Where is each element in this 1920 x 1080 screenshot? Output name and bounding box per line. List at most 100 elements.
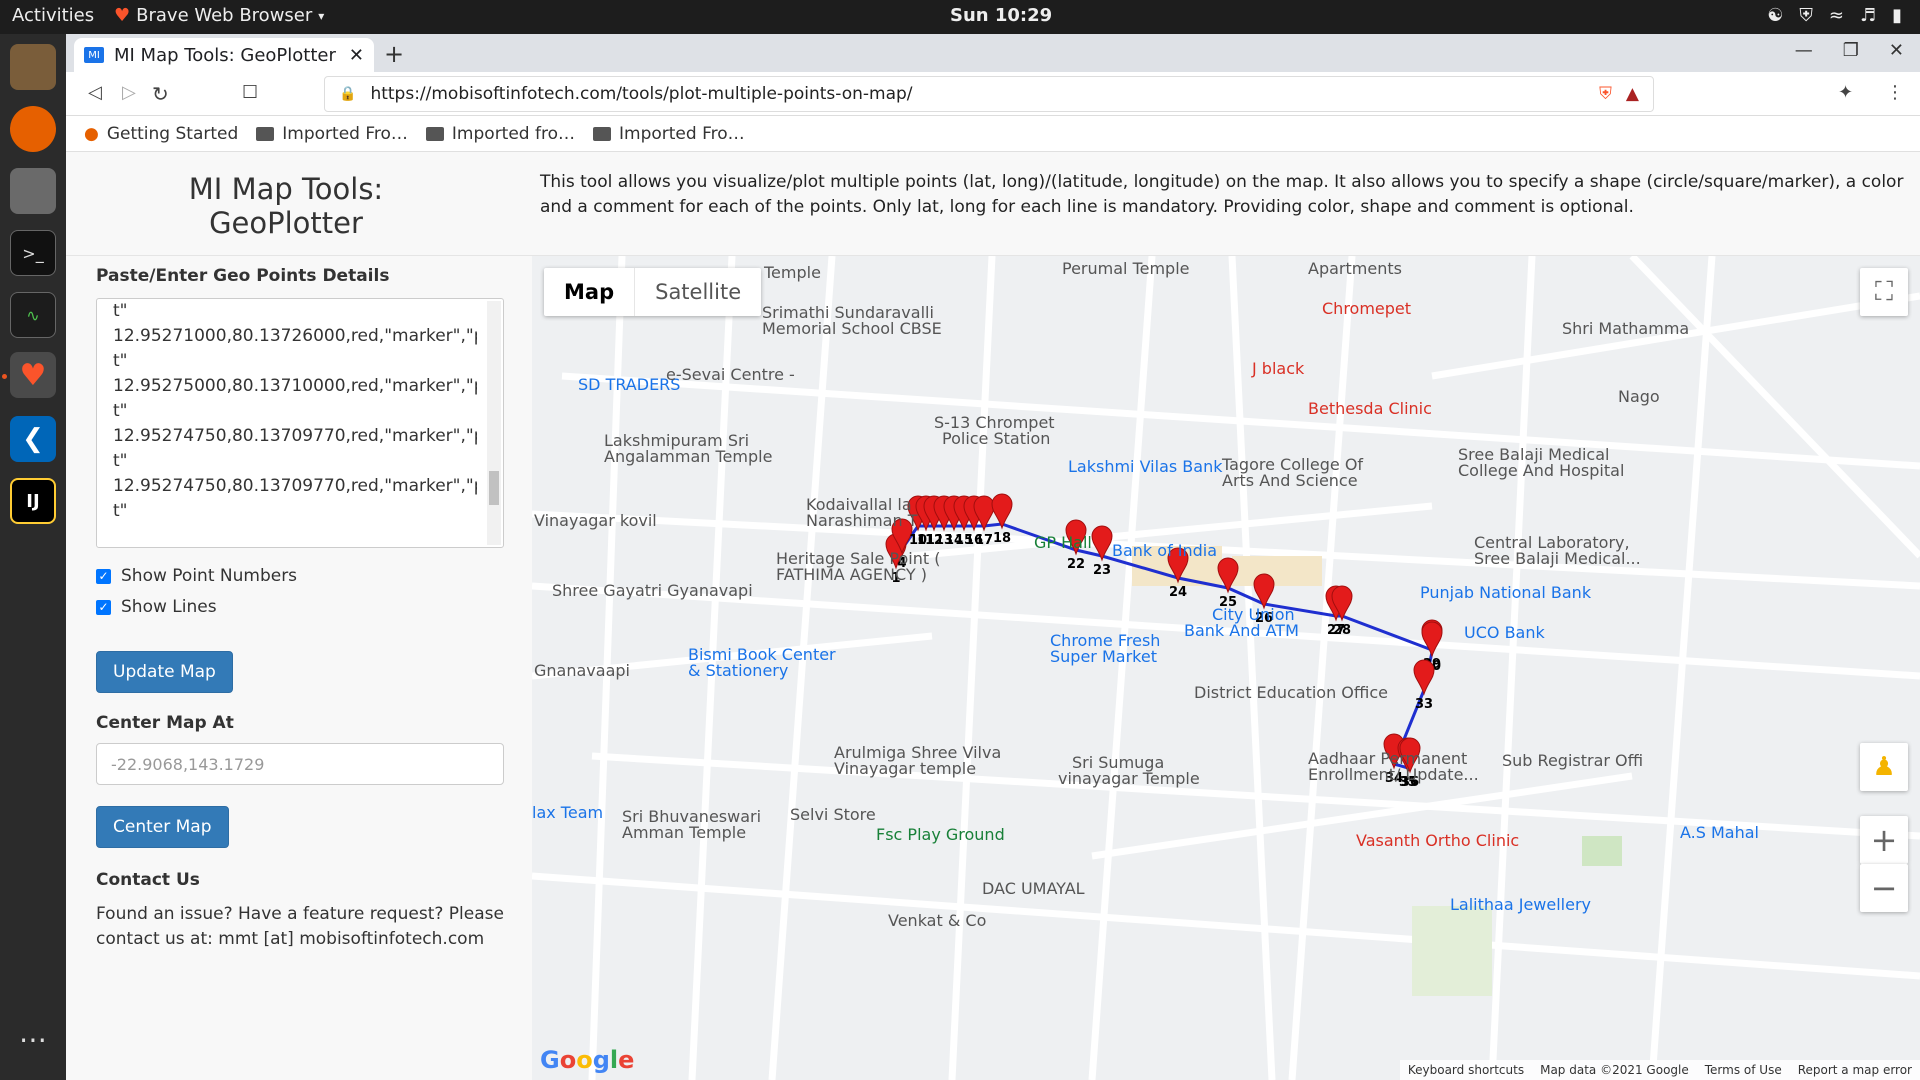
geo-points-textarea[interactable]: t" 12.95271000,80.13726000,red,"marker","… [96, 298, 504, 548]
map-place-label[interactable]: Temple [764, 264, 821, 282]
keyboard-shortcuts-link[interactable]: Keyboard shortcuts [1408, 1063, 1524, 1077]
map-place-label[interactable]: Angalamman Temple [604, 448, 772, 466]
maximize-button[interactable]: ❐ [1843, 40, 1859, 61]
update-map-button[interactable]: Update Map [96, 651, 233, 693]
vscode-icon[interactable]: ❮ [10, 416, 56, 462]
tab-active[interactable]: MI MI Map Tools: GeoPlotter ✕ [74, 38, 374, 72]
terminal-icon[interactable]: >_ [10, 230, 56, 276]
map-place-label[interactable]: Chromepet [1322, 300, 1411, 318]
app-grid-icon[interactable]: ⋯ [10, 1016, 56, 1062]
map-place-label[interactable]: Shree Gayatri Gyanavapi [552, 582, 753, 600]
system-tray[interactable]: ☯ ⛨ ≈ ♬ ▮ [1767, 5, 1902, 26]
system-monitor-icon[interactable]: ∿ [10, 292, 56, 338]
map-type-control[interactable]: Map Satellite [544, 268, 762, 316]
map-place-label[interactable]: A.S Mahal [1680, 824, 1759, 842]
map-place-label[interactable]: District Education Office [1194, 684, 1388, 702]
map-place-label[interactable]: Selvi Store [790, 806, 876, 824]
map-place-label[interactable]: FATHIMA AGENCY ) [776, 566, 927, 584]
close-icon[interactable]: ✕ [349, 45, 364, 66]
extensions-icon[interactable]: ✦ [1838, 82, 1853, 103]
map-place-label[interactable]: Vasanth Ortho Clinic [1356, 832, 1519, 850]
map-place-label[interactable]: Sub Registrar Offi [1502, 752, 1643, 770]
bookmark-icon[interactable]: ☐ [242, 82, 258, 103]
map-place-label[interactable]: Perumal Temple [1062, 260, 1190, 278]
google-map[interactable]: 1410111213141516171822232425262728293033… [532, 256, 1920, 1080]
brave-rewards-icon[interactable]: ▲ [1626, 84, 1639, 104]
map-place-label[interactable]: e-Sevai Centre - [666, 366, 795, 384]
map-place-label[interactable]: Police Station [942, 430, 1050, 448]
accessibility-icon[interactable]: ☯ [1767, 5, 1783, 26]
map-place-label[interactable]: lax Team [532, 804, 603, 822]
show-lines-checkbox[interactable]: ✓ Show Lines [96, 597, 217, 617]
shield-icon[interactable]: ⛨ [1799, 5, 1813, 26]
firefox-icon[interactable] [10, 106, 56, 152]
volume-icon[interactable]: ♬ [1860, 5, 1876, 26]
map-place-label[interactable]: GP Hall [1034, 534, 1092, 552]
map-place-label[interactable]: Vinayagar temple [834, 760, 976, 778]
center-map-button[interactable]: Center Map [96, 806, 229, 848]
settings-icon[interactable] [10, 168, 56, 214]
street-view-pegman-icon[interactable]: ♟ [1860, 743, 1908, 791]
app-menu[interactable]: ♥ Brave Web Browser ▾ [114, 5, 324, 26]
map-place-label[interactable]: Vinayagar kovil [534, 512, 657, 530]
terms-link[interactable]: Terms of Use [1705, 1063, 1782, 1077]
minimize-button[interactable]: — [1795, 40, 1813, 61]
report-error-link[interactable]: Report a map error [1798, 1063, 1912, 1077]
battery-icon[interactable]: ▮ [1892, 5, 1902, 26]
map-marker[interactable]: 23 [1091, 525, 1113, 578]
files-icon[interactable] [10, 44, 56, 90]
map-type-map-button[interactable]: Map [544, 268, 634, 316]
map-place-label[interactable]: Bank of India [1112, 542, 1217, 560]
map-marker[interactable]: 33 [1413, 659, 1435, 712]
map-place-label[interactable]: Bank And ATM [1184, 622, 1299, 640]
map-place-label[interactable]: & Stationery [688, 662, 788, 680]
checkbox-checked-icon[interactable]: ✓ [96, 568, 111, 584]
map-place-label[interactable]: Nago [1618, 388, 1660, 406]
show-point-numbers-checkbox[interactable]: ✓ Show Point Numbers [96, 566, 297, 586]
map-place-label[interactable]: Super Market [1050, 648, 1157, 666]
reload-button[interactable]: ↻ [152, 82, 169, 106]
bookmark-folder-1[interactable]: Imported Fro… [256, 124, 408, 144]
map-place-label[interactable]: Fsc Play Ground [876, 826, 1005, 844]
map-place-label[interactable]: Lakshmi Vilas Bank [1068, 458, 1222, 476]
zoom-out-button[interactable]: − [1860, 864, 1908, 912]
map-type-satellite-button[interactable]: Satellite [634, 268, 761, 316]
map-place-label[interactable]: Lalithaa Jewellery [1450, 896, 1591, 914]
map-place-label[interactable]: Venkat & Co [888, 912, 986, 930]
menu-icon[interactable]: ⋮ [1886, 82, 1904, 103]
bookmark-getting-started[interactable]: ● Getting Started [84, 124, 238, 144]
fullscreen-button[interactable]: ⛶ [1860, 268, 1908, 316]
scrollbar-thumb[interactable] [489, 471, 499, 505]
new-tab-button[interactable]: + [384, 40, 404, 68]
map-place-label[interactable]: Enrollment/ Update... [1308, 766, 1479, 784]
bookmark-folder-3[interactable]: Imported Fro… [593, 124, 745, 144]
map-place-label[interactable]: Amman Temple [622, 824, 746, 842]
map-place-label[interactable]: vinayagar Temple [1058, 770, 1200, 788]
map-marker[interactable]: 18 [991, 493, 1013, 546]
textarea-scrollbar[interactable] [487, 301, 501, 545]
map-place-label[interactable]: Gnanavaapi [534, 662, 630, 680]
map-place-label[interactable]: Arts And Science [1222, 472, 1358, 490]
activities-button[interactable]: Activities [12, 5, 94, 26]
intellij-icon[interactable]: IJ [10, 478, 56, 524]
center-map-input[interactable]: -22.9068,143.1729 [96, 743, 504, 785]
brave-icon[interactable]: ♥ [10, 352, 56, 398]
map-place-label[interactable]: Sree Balaji Medical... [1474, 550, 1641, 568]
address-bar[interactable]: 🔒 https://mobisoftinfotech.com/tools/plo… [324, 76, 1654, 112]
map-place-label[interactable]: Shri Mathamma [1562, 320, 1689, 338]
map-place-label[interactable]: Apartments [1308, 260, 1402, 278]
map-place-label[interactable]: J black [1252, 360, 1304, 378]
window-close-button[interactable]: ✕ [1889, 40, 1904, 61]
map-place-label[interactable]: DAC UMAYAL [982, 880, 1085, 898]
map-place-label[interactable]: College And Hospital [1458, 462, 1624, 480]
bookmark-folder-2[interactable]: Imported fro… [425, 124, 575, 144]
checkbox-checked-icon[interactable]: ✓ [96, 599, 111, 615]
map-place-label[interactable]: Narashiman T [806, 512, 917, 530]
map-place-label[interactable]: UCO Bank [1464, 624, 1545, 642]
zoom-in-button[interactable]: + [1860, 816, 1908, 864]
map-place-label[interactable]: Bethesda Clinic [1308, 400, 1432, 418]
brave-shields-icon[interactable]: ⛨ [1599, 84, 1612, 104]
wifi-icon[interactable]: ≈ [1829, 5, 1844, 26]
back-button[interactable]: ◁ [88, 82, 102, 103]
map-place-label[interactable]: Memorial School CBSE [762, 320, 942, 338]
